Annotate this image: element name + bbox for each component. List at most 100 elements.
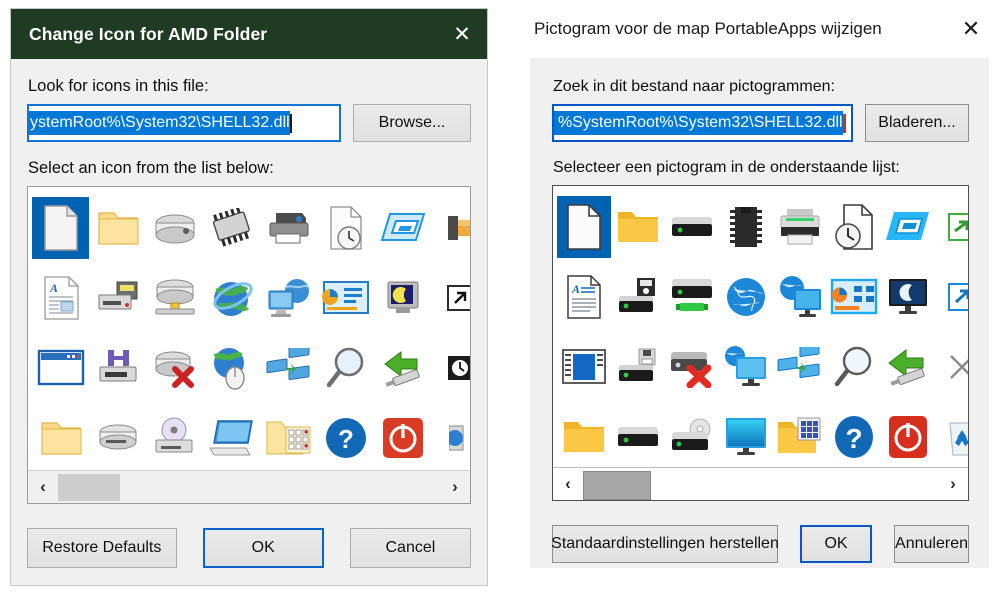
icon-cell-printer[interactable]	[260, 197, 317, 259]
icon-cell-globe[interactable]	[719, 266, 773, 328]
left-file-label: Look for icons in this file:	[28, 77, 209, 95]
icon-cell-text-document[interactable]: A	[32, 267, 89, 329]
icon-cell-disk-drive[interactable]	[611, 406, 665, 468]
left-scroll-thumb[interactable]	[58, 473, 120, 501]
icon-cell-power-button[interactable]	[881, 406, 935, 468]
icon-cell-document-clock[interactable]	[317, 197, 374, 259]
icon-cell-network-drive[interactable]	[665, 266, 719, 328]
scroll-right-icon[interactable]: ›	[938, 468, 968, 501]
icon-cell-green-arrow-usb[interactable]	[881, 336, 935, 398]
right-file-label: Zoek in dit bestand naar pictogrammen:	[553, 78, 835, 95]
icon-cell-magnifier[interactable]	[827, 336, 881, 398]
icon-cell-drive-floppy[interactable]	[611, 336, 665, 398]
icon-cell-recycle-bin[interactable]	[935, 406, 968, 468]
svg-text:?: ?	[845, 423, 862, 454]
right-dialog-body: Zoek in dit bestand naar pictogrammen: %…	[530, 58, 989, 563]
restore-defaults-button[interactable]: Standaardinstellingen herstellen	[551, 525, 779, 563]
icon-cell-presentation-chart[interactable]	[827, 266, 881, 328]
left-horizontal-scrollbar[interactable]: ‹ ›	[28, 470, 470, 503]
left-scroll-track[interactable]	[58, 471, 440, 504]
right-dialog-title: Pictogram voor de map PortableApps wijzi…	[534, 19, 882, 38]
icon-cell-drive-disconnected[interactable]	[665, 336, 719, 398]
icon-cell-network-window[interactable]	[374, 197, 431, 259]
icon-cell-computer-globe[interactable]	[260, 267, 317, 329]
icon-cell-globe-monitor[interactable]	[719, 336, 773, 398]
icon-cell-document-clock[interactable]	[827, 196, 881, 258]
icon-cell-monitor[interactable]	[719, 406, 773, 468]
browse-button[interactable]: Browse...	[353, 104, 471, 142]
icon-cell-drive-h[interactable]	[89, 337, 146, 399]
icon-cell-globe[interactable]	[203, 267, 260, 329]
icon-cell-power-button[interactable]	[374, 407, 431, 469]
icon-cell-network-diagram[interactable]	[773, 336, 827, 398]
icon-cell-folder[interactable]	[611, 196, 665, 258]
left-path-input[interactable]: ystemRoot%\System32\SHELL32.dll	[27, 104, 341, 142]
icon-cell-monitor-moon[interactable]	[374, 267, 431, 329]
icon-cell-shortcut-arrow[interactable]	[431, 267, 470, 329]
svg-text:A: A	[49, 281, 58, 295]
icon-cell-folder-empty[interactable]	[32, 407, 89, 469]
icon-cell-folder-empty[interactable]	[557, 406, 611, 468]
ok-button[interactable]: OK	[202, 528, 324, 568]
right-scroll-track[interactable]	[583, 468, 938, 501]
icon-cell-printer[interactable]	[773, 196, 827, 258]
ok-button[interactable]: OK	[800, 525, 873, 563]
right-path-input[interactable]: %SystemRoot%\System32\SHELL32.dll	[552, 104, 853, 142]
icon-cell-shortcut-arrow[interactable]	[935, 266, 968, 328]
icon-cell-folder[interactable]	[89, 197, 146, 259]
icon-cell-blank-document[interactable]	[557, 196, 611, 258]
icon-cell-server-key[interactable]	[89, 267, 146, 329]
scroll-left-icon[interactable]: ‹	[28, 471, 58, 504]
icon-cell-folder-grid[interactable]	[260, 407, 317, 469]
icon-cell-cdrom-drive[interactable]	[665, 406, 719, 468]
icon-cell-globe-mouse[interactable]	[203, 337, 260, 399]
cancel-button[interactable]: Annuleren	[894, 525, 969, 563]
scroll-right-icon[interactable]: ›	[440, 471, 470, 504]
icon-cell-drive-disconnected[interactable]	[146, 337, 203, 399]
right-scroll-thumb[interactable]	[583, 470, 651, 500]
icon-cell-clock-badge[interactable]	[431, 337, 470, 399]
left-icon-listbox[interactable]: A ? ‹ ›	[27, 186, 471, 504]
icon-cell-monitor-moon[interactable]	[881, 266, 935, 328]
icon-cell-green-arrow-badge[interactable]	[935, 196, 968, 258]
scroll-left-icon[interactable]: ‹	[553, 468, 583, 501]
icon-cell-network-drive[interactable]	[146, 267, 203, 329]
right-horizontal-scrollbar[interactable]: ‹ ›	[553, 467, 968, 500]
icon-cell-network-window[interactable]	[881, 196, 935, 258]
icon-cell-globe-partial[interactable]	[431, 407, 470, 469]
icon-cell-cdrom-drive[interactable]	[146, 407, 203, 469]
icon-cell-green-arrow-usb[interactable]	[374, 337, 431, 399]
icon-cell-disk-drive[interactable]	[89, 407, 146, 469]
icon-cell-help-question[interactable]: ?	[827, 406, 881, 468]
icon-cell-window[interactable]	[557, 336, 611, 398]
right-icon-listbox[interactable]: A ? ‹ ›	[552, 185, 969, 501]
left-input-row: ystemRoot%\System32\SHELL32.dll Browse..…	[27, 104, 471, 142]
icon-cell-desktop-pc[interactable]	[203, 407, 260, 469]
icon-row	[28, 193, 470, 263]
close-icon[interactable]: ✕	[949, 4, 993, 54]
icon-cell-help-question[interactable]: ?	[317, 407, 374, 469]
icon-cell-folder-grid[interactable]	[773, 406, 827, 468]
icon-cell-hard-drive[interactable]	[665, 196, 719, 258]
icon-cell-server-floppy[interactable]	[611, 266, 665, 328]
restore-defaults-button[interactable]: Restore Defaults	[27, 528, 177, 568]
right-list-label: Selecteer een pictogram in de onderstaan…	[553, 159, 900, 176]
icon-cell-blank-document[interactable]	[32, 197, 89, 259]
icon-cell-network-diagram[interactable]	[260, 337, 317, 399]
browse-button[interactable]: Bladeren...	[865, 104, 969, 142]
icon-cell-magnifier[interactable]	[317, 337, 374, 399]
icon-cell-close-x[interactable]	[935, 336, 968, 398]
left-dialog-title: Change Icon for AMD Folder	[29, 23, 268, 44]
icon-cell-ram-chip[interactable]	[719, 196, 773, 258]
icon-cell-computer-globe[interactable]	[773, 266, 827, 328]
icon-cell-ram-chip[interactable]	[203, 197, 260, 259]
icon-cell-shortcut-partial[interactable]	[431, 197, 470, 259]
icon-cell-window[interactable]	[32, 337, 89, 399]
left-path-value: ystemRoot%\System32\SHELL32.dll	[29, 110, 290, 136]
icon-cell-hard-drive[interactable]	[146, 197, 203, 259]
icon-cell-presentation-chart[interactable]	[317, 267, 374, 329]
icon-cell-text-document[interactable]: A	[557, 266, 611, 328]
right-dialog-footer: Standaardinstellingen herstellen OK Annu…	[551, 525, 969, 563]
cancel-button[interactable]: Cancel	[349, 528, 471, 568]
close-icon[interactable]: ✕	[441, 10, 483, 58]
